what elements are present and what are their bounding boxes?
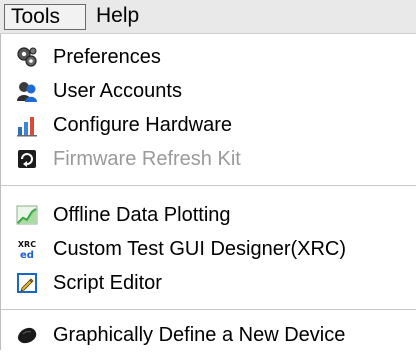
menu-item-user-accounts[interactable]: User Accounts <box>1 74 416 108</box>
xrc-icon-text: XRC <box>18 240 36 249</box>
configure-hardware-icon <box>17 117 37 137</box>
menu-item-preferences[interactable]: Preferences <box>1 40 416 74</box>
menu-item-firmware-refresh-kit[interactable]: Firmware Refresh Kit <box>1 142 416 176</box>
menu-item-offline-data-plotting[interactable]: Offline Data Plotting <box>1 198 416 232</box>
menu-separator <box>1 309 416 311</box>
menu-item-label: Graphically Define a New Device <box>53 324 346 346</box>
menu-separator <box>1 185 416 187</box>
ed-icon-text: ed <box>20 250 34 261</box>
menu-item-label: Offline Data Plotting <box>53 204 231 226</box>
tools-menu: Preferences User Accounts Configure Hard… <box>0 34 416 350</box>
menu-tools[interactable]: Tools <box>4 4 86 30</box>
preferences-gears-icon <box>17 47 37 67</box>
menu-help[interactable]: Help <box>90 4 160 30</box>
menu-item-label: Script Editor <box>53 272 162 294</box>
menu-item-label: Custom Test GUI Designer(XRC) <box>53 238 347 260</box>
menu-item-label: Preferences <box>53 46 161 68</box>
menu-item-label: Firmware Refresh Kit <box>53 148 241 170</box>
menubar: Tools Help <box>0 0 416 34</box>
user-accounts-icon <box>17 82 37 102</box>
firmware-refresh-icon <box>18 150 36 168</box>
menu-item-configure-hardware[interactable]: Configure Hardware <box>1 108 416 142</box>
data-plot-icon <box>16 205 38 225</box>
xrc-ed-icon: XRC ed <box>18 240 36 261</box>
menu-item-label: User Accounts <box>53 80 182 102</box>
menu-item-script-editor[interactable]: Script Editor <box>1 266 416 300</box>
script-editor-icon <box>17 273 37 293</box>
menu-item-label: Configure Hardware <box>53 114 232 136</box>
menu-item-custom-test-gui-designer[interactable]: XRC ed Custom Test GUI Designer(XRC) <box>1 232 416 266</box>
menu-item-graphically-define-device[interactable]: Graphically Define a New Device <box>1 318 416 352</box>
define-device-icon <box>18 327 37 344</box>
